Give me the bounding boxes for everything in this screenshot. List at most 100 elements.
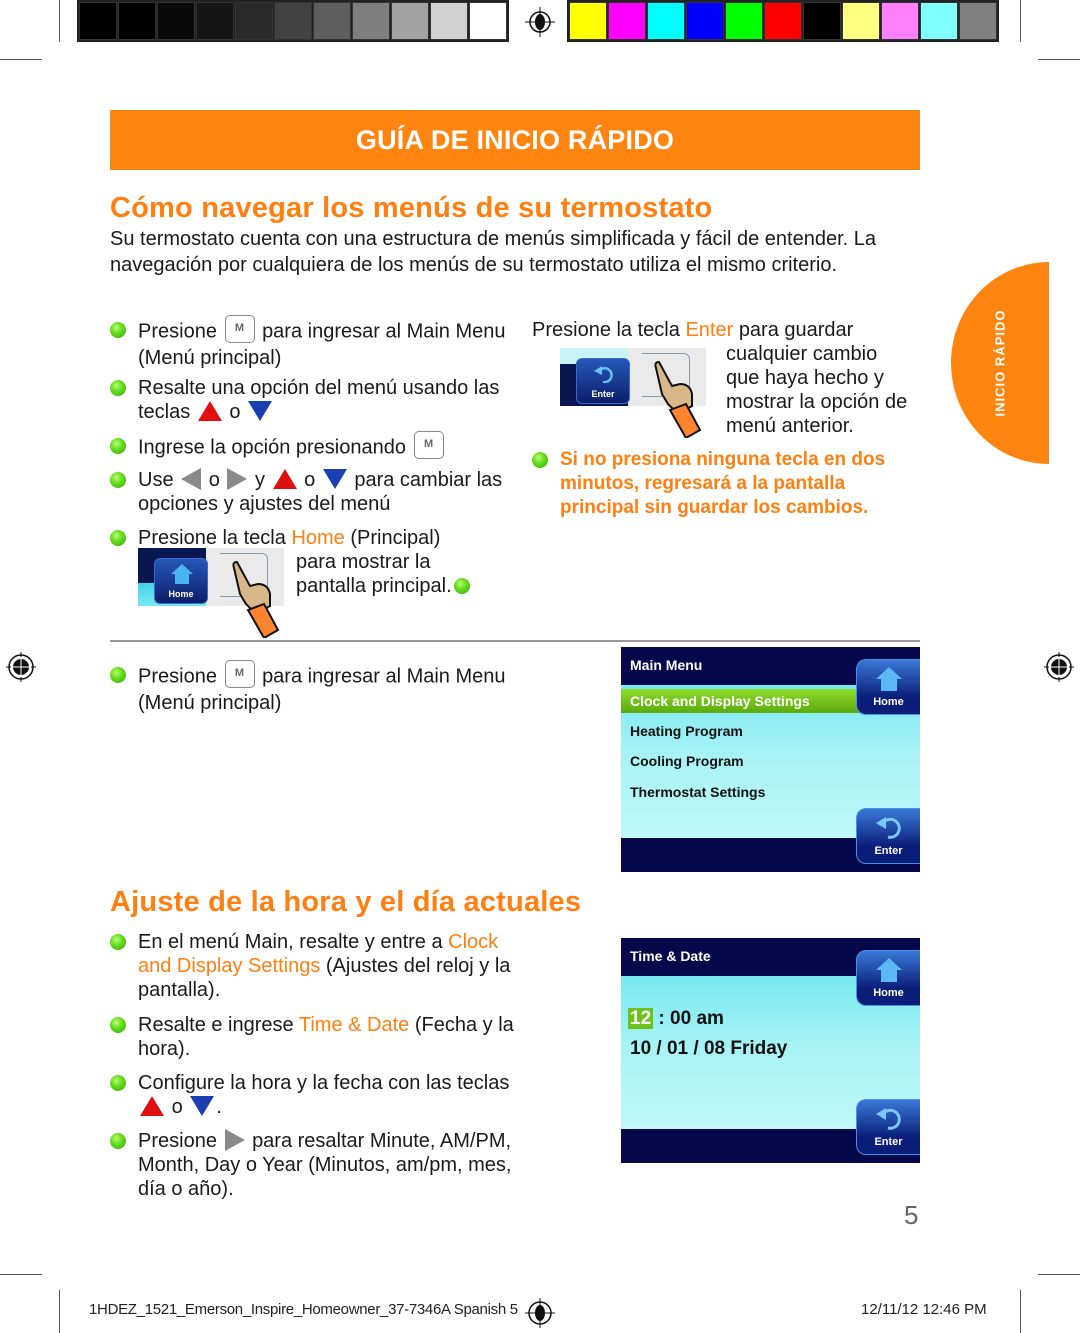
- registration-mark-icon: [6, 652, 36, 682]
- enter-button: Enter: [576, 358, 630, 404]
- date-readout: 10 / 01 / 08 Friday: [630, 1038, 788, 1059]
- crop-mark: [0, 59, 42, 60]
- enter-key-instruction: Presione la tecla Enter para guardar: [532, 319, 854, 341]
- color-swatch: [430, 2, 468, 40]
- time-readout: 12 : 00 am: [628, 1008, 724, 1029]
- enter-button[interactable]: Enter: [856, 1099, 920, 1155]
- screen-title: Time & Date: [630, 948, 711, 964]
- bullet-icon: [110, 1075, 126, 1091]
- list-item: Resalte e ingrese Time & Date (Fecha y l…: [110, 1013, 550, 1061]
- menu-item[interactable]: Thermostat Settings: [630, 784, 765, 800]
- color-swatch: [391, 2, 429, 40]
- bullet-icon: [110, 1017, 126, 1033]
- list-item: En el menú Main, resalte y entre a Clock…: [110, 930, 520, 1002]
- color-swatch: [608, 2, 646, 40]
- crop-mark: [1020, 0, 1021, 42]
- color-swatch: [79, 2, 117, 40]
- color-swatch: [313, 2, 351, 40]
- undo-arrow-icon: [594, 366, 613, 383]
- up-arrow-icon: [140, 1095, 164, 1116]
- bullet-icon: [110, 1133, 126, 1149]
- color-swatch: [647, 2, 685, 40]
- bullet-icon: [110, 380, 126, 396]
- up-arrow-icon: [272, 468, 297, 489]
- list-item: Use o y o para cambiar las opciones y aj…: [110, 467, 510, 516]
- menu-item-selected[interactable]: Clock and Display Settings: [621, 689, 863, 713]
- color-swatch: [686, 2, 724, 40]
- down-arrow-icon: [190, 1095, 215, 1116]
- home-icon: [876, 958, 902, 982]
- menu-key-icon: M: [224, 315, 255, 343]
- bullet-icon: [110, 934, 126, 950]
- home-button[interactable]: Home: [856, 950, 920, 1006]
- section-intro: Su termostato cuenta con una estructura …: [110, 228, 876, 276]
- main-menu-screen: Main Menu Clock and Display Settings Hea…: [621, 647, 920, 872]
- color-swatch: [469, 2, 507, 40]
- list-item: Ingrese la opción presionando M: [110, 431, 510, 462]
- down-arrow-icon: [248, 400, 273, 421]
- pointing-hand-icon: [654, 360, 702, 438]
- home-button: Home: [154, 558, 208, 604]
- list-item: Presione para resaltar Minute, AM/PM, Mo…: [110, 1128, 520, 1201]
- color-swatch: [764, 2, 802, 40]
- pointing-hand-icon: [232, 560, 280, 638]
- section-heading-set-time-date: Ajuste de la hora y el día actuales: [110, 886, 582, 918]
- bullet-icon: [532, 452, 548, 468]
- side-tab-label: INICIO RÁPIDO: [992, 309, 1008, 417]
- menu-item[interactable]: Cooling Program: [630, 753, 744, 769]
- list-item: Presione M para ingresar al Main Menu (M…: [110, 315, 510, 370]
- color-swatch: [842, 2, 880, 40]
- color-swatch: [196, 2, 234, 40]
- hour-field-selected[interactable]: 12: [628, 1008, 654, 1029]
- color-swatch: [157, 2, 195, 40]
- footer-timestamp: 12/11/12 12:46 PM: [861, 1301, 987, 1318]
- timeout-warning: Si no presiona ninguna tecla en dos minu…: [532, 448, 922, 520]
- registration-mark-icon: [525, 1298, 555, 1328]
- crop-mark: [59, 0, 60, 42]
- color-calibration-bar: [567, 0, 999, 42]
- banner-title: GUÍA DE INICIO RÁPIDO: [355, 124, 675, 155]
- list-item: Resalte una opción del menú usando las t…: [110, 376, 510, 424]
- color-swatch: [881, 2, 919, 40]
- crop-mark: [1038, 59, 1080, 60]
- undo-arrow-icon: [876, 1108, 901, 1130]
- home-icon: [876, 667, 902, 691]
- section-heading-navigate-menus: Cómo navegar los menús de su termostato: [110, 192, 713, 224]
- bullet-icon: [110, 438, 126, 454]
- enter-key-description: cualquier cambio que haya hecho y mostra…: [726, 343, 908, 437]
- color-swatch: [274, 2, 312, 40]
- color-swatch: [352, 2, 390, 40]
- color-swatch: [118, 2, 156, 40]
- home-button-illustration: Home: [138, 548, 284, 638]
- menu-key-icon: M: [224, 660, 255, 688]
- menu-key-icon: M: [413, 431, 444, 459]
- registration-mark-icon: [1044, 652, 1074, 682]
- color-swatch: [920, 2, 958, 40]
- crop-mark: [1020, 1290, 1021, 1333]
- bullet-icon: [453, 578, 470, 594]
- crop-mark: [1038, 1274, 1080, 1275]
- list-item: Configure la hora y la fecha con las tec…: [110, 1071, 510, 1119]
- home-key-description: para mostrar la pantalla principal.: [296, 550, 496, 598]
- up-arrow-icon: [197, 400, 222, 421]
- list-item: Presione la tecla Home (Principal): [110, 526, 510, 550]
- screen-title: Main Menu: [630, 657, 703, 673]
- page-number: 5: [904, 1200, 919, 1230]
- time-date-screen: Time & Date 12 : 00 am 10 / 01 / 08 Frid…: [621, 938, 920, 1163]
- color-swatch: [725, 2, 763, 40]
- section-divider: [110, 640, 920, 642]
- down-arrow-icon: [322, 468, 347, 489]
- home-icon: [171, 564, 193, 584]
- bullet-icon: [110, 472, 126, 488]
- list-item: Presione M para ingresar al Main Menu (M…: [110, 660, 510, 715]
- color-swatch: [235, 2, 273, 40]
- enter-button[interactable]: Enter: [856, 808, 920, 864]
- quick-start-banner: GUÍA DE INICIO RÁPIDO: [110, 110, 920, 170]
- menu-item[interactable]: Heating Program: [630, 723, 743, 739]
- right-arrow-icon: [224, 1128, 245, 1151]
- right-arrow-icon: [227, 467, 248, 490]
- left-arrow-icon: [181, 467, 202, 490]
- color-swatch: [959, 2, 997, 40]
- side-section-tab: INICIO RÁPIDO: [951, 262, 1049, 464]
- home-button[interactable]: Home: [856, 659, 920, 715]
